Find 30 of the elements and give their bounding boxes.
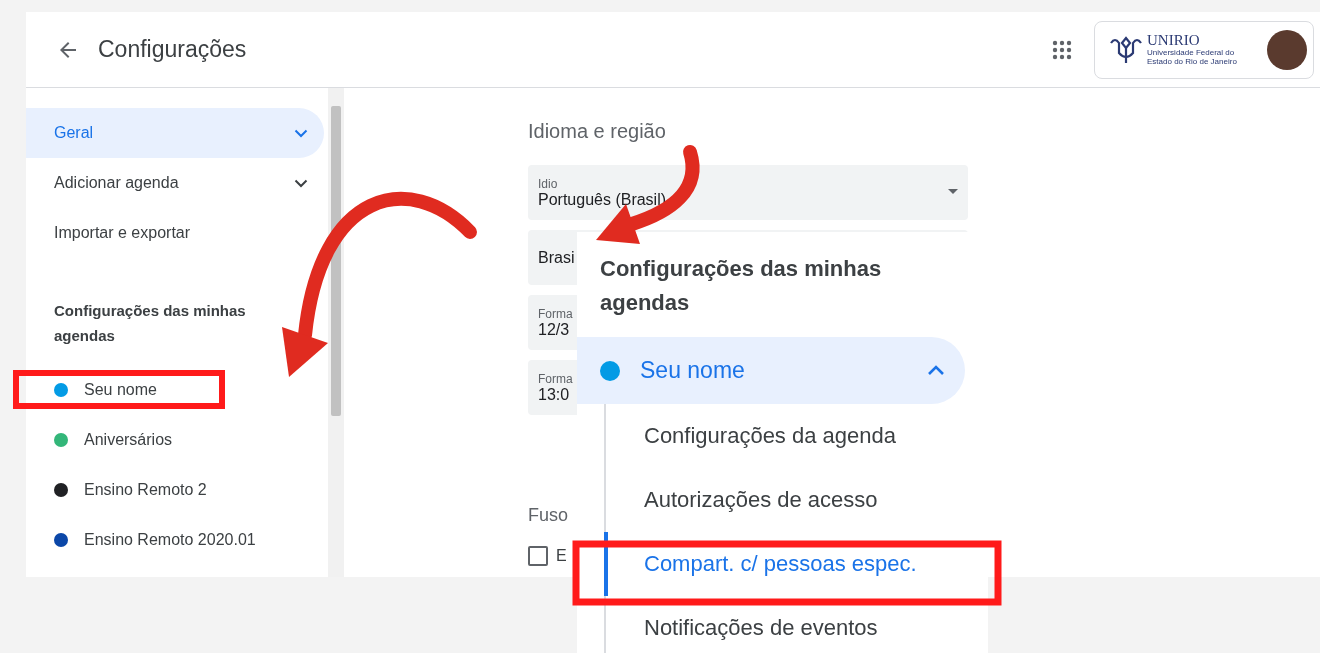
apps-grid-icon[interactable]	[1052, 39, 1072, 60]
select-field[interactable]: Idio Português (Brasil)	[528, 165, 968, 220]
checkbox-label: E	[556, 547, 567, 565]
section-heading: Fuso	[528, 505, 570, 526]
section-heading: Configurações das minhas agendas	[53, 301, 247, 346]
dropdown-arrow-icon	[948, 189, 958, 194]
calendar-item[interactable]: Ensino Remoto 2	[26, 465, 328, 515]
avatar-circle[interactable]	[1267, 29, 1307, 70]
calendar-item[interactable]: Seu nome	[26, 365, 328, 415]
menu-item[interactable]: Notificações de eventos	[604, 596, 988, 653]
chevron-down-icon	[294, 178, 308, 188]
logo-name: UNIRIO	[1147, 33, 1201, 48]
section-heading: Idioma e região	[528, 120, 667, 143]
checkbox[interactable]	[528, 546, 548, 566]
menu-item[interactable]: Compart. c/ pessoas espec.	[604, 532, 988, 596]
menu-item[interactable]: Configurações da agenda	[604, 404, 988, 468]
sidebar-item[interactable]: Geral	[26, 108, 324, 158]
scrollbar[interactable]	[328, 88, 344, 577]
logo-subtitle: Universidade Federal do Estado do Rio de Janeiro	[1147, 48, 1238, 66]
section-heading: Configurações das minhas agendas	[599, 255, 883, 317]
sidebar-item[interactable]: Importar e exportar	[26, 208, 324, 258]
calendar-item[interactable]: Seu nome	[577, 337, 965, 404]
account-chip[interactable]: UNIRIO Universidade Federal do Estado do Rio de Janeiro	[1094, 20, 1314, 79]
chevron-down-icon	[294, 128, 308, 138]
calendar-item[interactable]: Aniversários	[26, 415, 328, 465]
sidebar-item[interactable]: Adicionar agenda	[26, 158, 324, 208]
page-title: Configurações	[98, 36, 247, 63]
calendar-item[interactable]: Ensino Remoto 2020.01	[26, 515, 328, 565]
university-logo-icon	[1109, 34, 1143, 65]
menu-item[interactable]: Autorizações de acesso	[604, 468, 988, 532]
